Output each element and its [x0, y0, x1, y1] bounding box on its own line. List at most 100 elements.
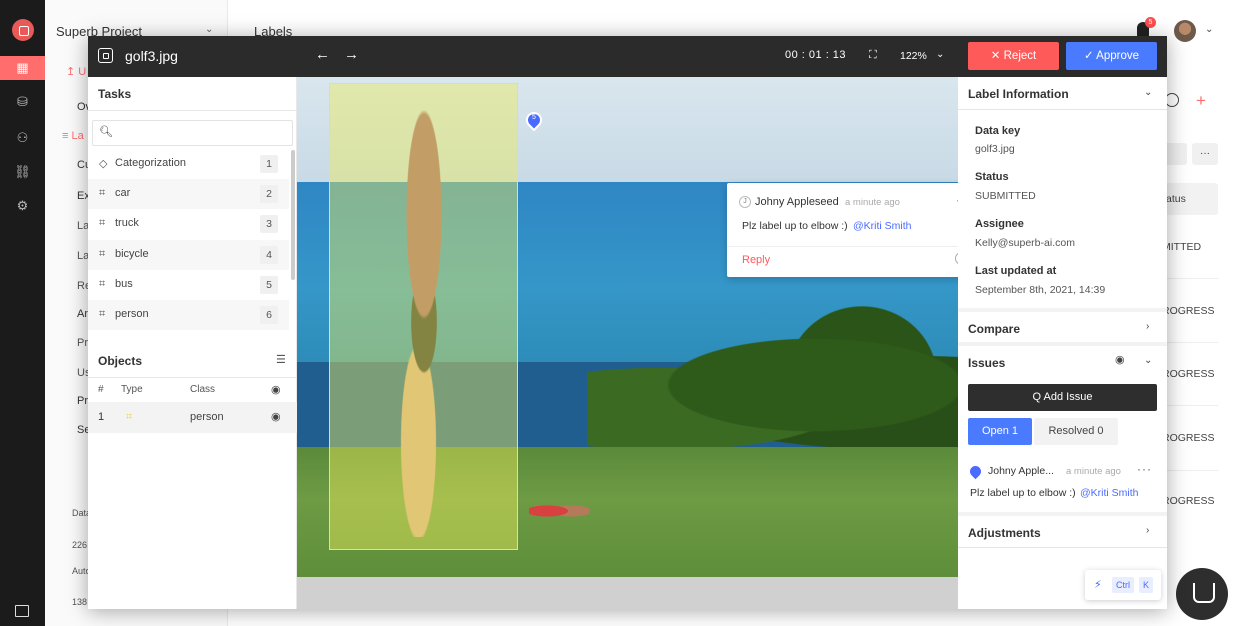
issue-author: Johny Apple...	[988, 465, 1054, 477]
image-file-icon	[98, 48, 113, 63]
footer-text: 138	[72, 597, 88, 607]
chevron-down-icon[interactable]: ⌄	[1144, 355, 1152, 366]
list-icon[interactable]: ☰	[276, 353, 286, 366]
status-text: ROGRESS	[1162, 495, 1215, 507]
previous-arrow-icon[interactable]: ←	[315, 46, 330, 63]
users-nav-icon[interactable]: ⚇	[0, 126, 45, 150]
avatar[interactable]	[1174, 20, 1196, 42]
zoom-level[interactable]: 122%	[900, 50, 927, 62]
task-item-bicycle[interactable]: ⌗ bicycle 4	[88, 240, 289, 270]
canvas-margin	[297, 577, 958, 609]
comment-author: Johny Appleseed	[755, 196, 839, 208]
task-label: person	[115, 308, 149, 320]
sidebar-item-export[interactable]: Ex	[62, 190, 88, 202]
sidebar-item-analytics[interactable]: An	[62, 308, 88, 320]
add-issue-button[interactable]: Q Add Issue	[968, 384, 1157, 411]
footer-text: Data	[72, 508, 88, 518]
compare-section[interactable]: Compare	[968, 322, 1020, 336]
database-nav-icon[interactable]: ⛁	[0, 90, 45, 114]
task-shortcut-number: 4	[260, 246, 278, 264]
chevron-down-icon[interactable]: ⌄	[1205, 24, 1213, 35]
box-icon: ⌗	[99, 308, 106, 320]
reject-button[interactable]: ✕ Reject	[968, 42, 1059, 70]
object-row[interactable]: 1 ⌗ person ◉	[88, 402, 297, 433]
sidebar-item-custom[interactable]: Cu	[62, 159, 88, 171]
window-icon[interactable]	[15, 605, 29, 617]
image-background-person	[529, 500, 589, 522]
work-timer: 00 : 01 : 13	[785, 49, 847, 61]
task-item-person[interactable]: ⌗ person 6	[88, 300, 289, 330]
more-icon[interactable]: ···	[1137, 462, 1152, 476]
sidebar-item-projects[interactable]: Pr	[62, 395, 88, 407]
plus-icon[interactable]: +	[1196, 91, 1206, 111]
status-text: ROGRESS	[1162, 432, 1215, 444]
comment-mention[interactable]: @Kriti Smith	[853, 220, 912, 232]
k-key: K	[1139, 577, 1153, 593]
reply-button[interactable]: Reply	[742, 254, 770, 266]
more-button[interactable]: ···	[1192, 143, 1218, 165]
divider	[958, 547, 1167, 548]
link-nav-icon[interactable]: ⛓	[0, 160, 45, 184]
fullscreen-icon[interactable]: ⛶	[869, 49, 877, 62]
label-info-title[interactable]: Label Information	[968, 87, 1069, 101]
tab-resolved-issues[interactable]: Resolved 0	[1034, 418, 1118, 445]
settings-nav-icon[interactable]: ⚙	[0, 194, 45, 218]
object-class: person	[190, 411, 224, 423]
approve-button[interactable]: ✓ Approve	[1066, 42, 1157, 70]
object-number: 1	[98, 411, 105, 423]
comment-time: a minute ago	[845, 197, 900, 208]
modal-toolbar: golf3.jpg ← → 00 : 01 : 13 ⛶ 122% ⌄ ✕ Re…	[88, 36, 1167, 77]
row-divider	[1160, 342, 1218, 343]
chevron-down-icon[interactable]: ⌄	[1144, 87, 1152, 98]
sidebar-item-label: Ov	[77, 101, 88, 113]
minus-circle-icon[interactable]	[1165, 93, 1179, 107]
eye-icon[interactable]: ◉	[271, 410, 281, 423]
image-canvas[interactable]: 5 J Johny Appleseed a minute ago ··· Plz…	[297, 77, 958, 609]
task-item-categorization[interactable]: ◇ Categorization 1	[88, 149, 289, 179]
dashboard-nav-icon[interactable]: ▦	[0, 56, 45, 80]
footer-text: Auto	[72, 566, 88, 576]
objects-title: Objects	[98, 354, 143, 368]
assignee-value: Kelly@superb-ai.com	[975, 237, 1075, 249]
eye-icon[interactable]: ◉	[271, 383, 281, 396]
chevron-right-icon[interactable]: ›	[1146, 321, 1149, 332]
issue-mention[interactable]: @Kriti Smith	[1080, 487, 1139, 499]
sidebar-item-overview[interactable]: Ov	[62, 101, 88, 113]
task-item-bus[interactable]: ⌗ bus 5	[88, 270, 289, 300]
tab-open-issues[interactable]: Open 1	[968, 418, 1032, 445]
task-search-input[interactable]	[92, 120, 293, 146]
chevron-down-icon[interactable]: ⌄	[205, 24, 213, 35]
sidebar-item-label: Pr	[77, 395, 88, 407]
issue-pin-icon	[967, 463, 984, 480]
box-icon: ⌗	[99, 217, 106, 229]
app-logo-icon[interactable]	[12, 19, 34, 41]
tasks-panel: Tasks 🔍︎ ◇ Categorization 1 ⌗ car 2 ⌗ tr…	[88, 77, 297, 609]
task-item-car[interactable]: ⌗ car 2	[88, 179, 289, 209]
divider	[88, 110, 297, 111]
sidebar-item-labels[interactable]: ≡ La	[62, 130, 88, 142]
divider	[958, 342, 1167, 346]
issue-time: a minute ago	[1066, 466, 1121, 477]
shortcut-hint[interactable]: ⚡︎ Ctrl K	[1085, 570, 1161, 600]
eye-icon[interactable]: ◉	[1115, 353, 1125, 366]
chevron-down-icon[interactable]: ⌄	[936, 49, 944, 60]
box-icon: ⌗	[99, 278, 106, 290]
row-divider	[1160, 470, 1218, 471]
status-text: ROGRESS	[1162, 368, 1215, 380]
bounding-box-person[interactable]	[329, 83, 518, 550]
sidebar-item-settings[interactable]: Se	[62, 424, 88, 436]
status-label: Status	[975, 171, 1009, 183]
chevron-right-icon[interactable]: ›	[1146, 525, 1149, 536]
next-arrow-icon[interactable]: →	[344, 46, 359, 63]
adjustments-section[interactable]: Adjustments	[968, 526, 1041, 540]
task-item-truck[interactable]: ⌗ truck 3	[88, 209, 289, 239]
assignee-label: Assignee	[975, 218, 1024, 230]
task-shortcut-number: 5	[260, 276, 278, 294]
avatar: J	[739, 196, 751, 208]
tasks-scrollbar[interactable]	[291, 150, 295, 280]
issues-title[interactable]: Issues	[968, 356, 1005, 370]
divider	[958, 512, 1167, 516]
issue-text: Plz label up to elbow :)	[970, 487, 1076, 499]
divider	[88, 377, 297, 378]
chat-support-button[interactable]	[1176, 568, 1228, 620]
